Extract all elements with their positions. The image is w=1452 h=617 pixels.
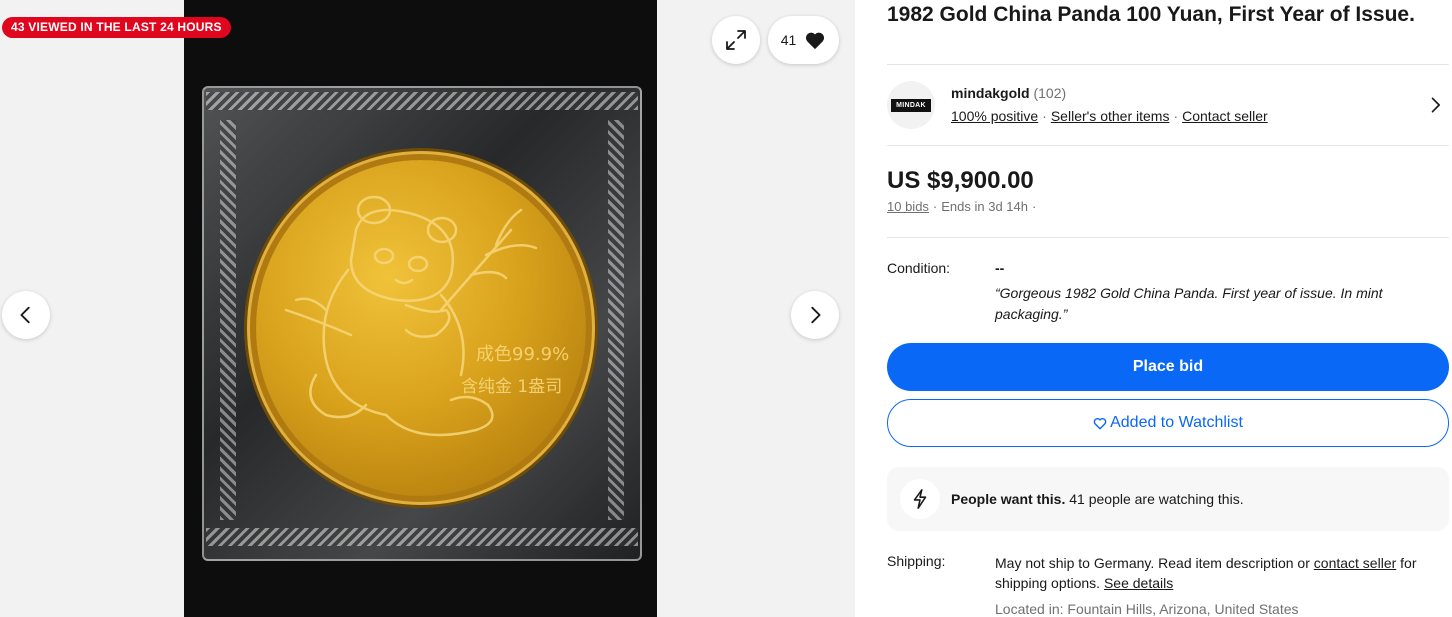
bag-seam (220, 120, 236, 520)
expand-image-button[interactable] (712, 16, 760, 64)
bid-info: 10 bids · Ends in 3d 14h · (887, 199, 1040, 214)
contact-seller-link[interactable]: Contact seller (1182, 108, 1268, 124)
lightning-icon (900, 479, 940, 519)
separator: · (1032, 199, 1037, 214)
bag-seam (608, 120, 624, 520)
item-price: US $9,900.00 (887, 167, 1034, 194)
item-title: 1982 Gold China Panda 100 Yuan, First Ye… (887, 3, 1415, 26)
separator: · (1173, 108, 1179, 124)
positive-feedback-link[interactable]: 100% positive (951, 108, 1038, 124)
condition-value: -- (995, 260, 1005, 276)
watchlist-label: Added to Watchlist (1110, 414, 1243, 431)
heart-outline-icon (1093, 417, 1107, 429)
divider (887, 64, 1449, 65)
seller-other-items-link[interactable]: Seller's other items (1051, 108, 1170, 124)
viewed-count-badge: 43 VIEWED IN THE LAST 24 HOURS (2, 17, 231, 38)
chevron-right-icon (811, 306, 821, 324)
seller-name[interactable]: mindakgold (951, 85, 1030, 101)
contact-seller-link[interactable]: contact seller (1314, 555, 1396, 571)
shipping-text: May not ship to Germany. Read item descr… (995, 555, 1314, 571)
signal-detail: 41 people are watching this. (1065, 491, 1244, 507)
watchlist-button[interactable]: Added to Watchlist (887, 399, 1449, 447)
coin-fineness-text: 成色99.9% (476, 344, 569, 365)
chevron-right-icon[interactable] (1425, 95, 1445, 115)
heart-icon (806, 32, 825, 50)
seller-logo: MINDAK (891, 98, 931, 112)
seller-feedback-score: (102) (1033, 85, 1067, 101)
item-location: Located in: Fountain Hills, Arizona, Uni… (995, 601, 1299, 617)
seller-note: “Gorgeous 1982 Gold China Panda. First y… (995, 285, 1383, 322)
gold-panda-coin: 成色99.9% 含纯金 1盎司 (256, 160, 586, 496)
bag-seam (206, 528, 638, 546)
place-bid-button[interactable]: Place bid (887, 343, 1449, 391)
auction-end-time: Ends in 3d 14h (941, 199, 1028, 214)
signal-headline: People want this. (951, 491, 1066, 507)
panda-relief: 成色99.9% 含纯金 1盎司 (284, 195, 569, 437)
divider (887, 145, 1449, 146)
signal-text: People want this. 41 people are watching… (951, 491, 1244, 507)
urgency-signal: People want this. 41 people are watching… (887, 467, 1449, 531)
bag-seam (206, 92, 638, 110)
shipping-info: May not ship to Germany. Read item descr… (995, 553, 1445, 593)
chevron-left-icon (20, 306, 30, 324)
separator: · (1042, 108, 1047, 124)
watch-count: 41 (780, 32, 797, 48)
shipping-label: Shipping: (887, 553, 946, 569)
place-bid-label: Place bid (1132, 358, 1204, 375)
separator: · (932, 199, 938, 214)
coin-weight-text: 含纯金 1盎司 (461, 377, 562, 397)
seller-info: mindakgold (102) (951, 85, 1066, 101)
bid-count-link[interactable]: 10 bids (887, 199, 929, 214)
see-details-link[interactable]: See details (1104, 575, 1173, 591)
image-gallery: 成色99.9% 含纯金 1盎司 43 VIEWED IN THE LAST 24… (0, 0, 855, 617)
seller-links: 100% positive · Seller's other items · Conta… (951, 108, 1268, 124)
product-photo[interactable]: 成色99.9% 含纯金 1盎司 (184, 0, 657, 617)
previous-image-button[interactable] (2, 291, 50, 339)
expand-icon (726, 30, 746, 50)
condition-label: Condition: (887, 260, 951, 276)
item-info-panel: 1982 Gold China Panda 100 Yuan, First Ye… (887, 0, 1449, 617)
watch-count-button[interactable]: 41 (768, 16, 839, 64)
next-image-button[interactable] (791, 291, 839, 339)
seller-avatar[interactable]: MINDAK (887, 81, 935, 129)
divider (887, 237, 1449, 238)
